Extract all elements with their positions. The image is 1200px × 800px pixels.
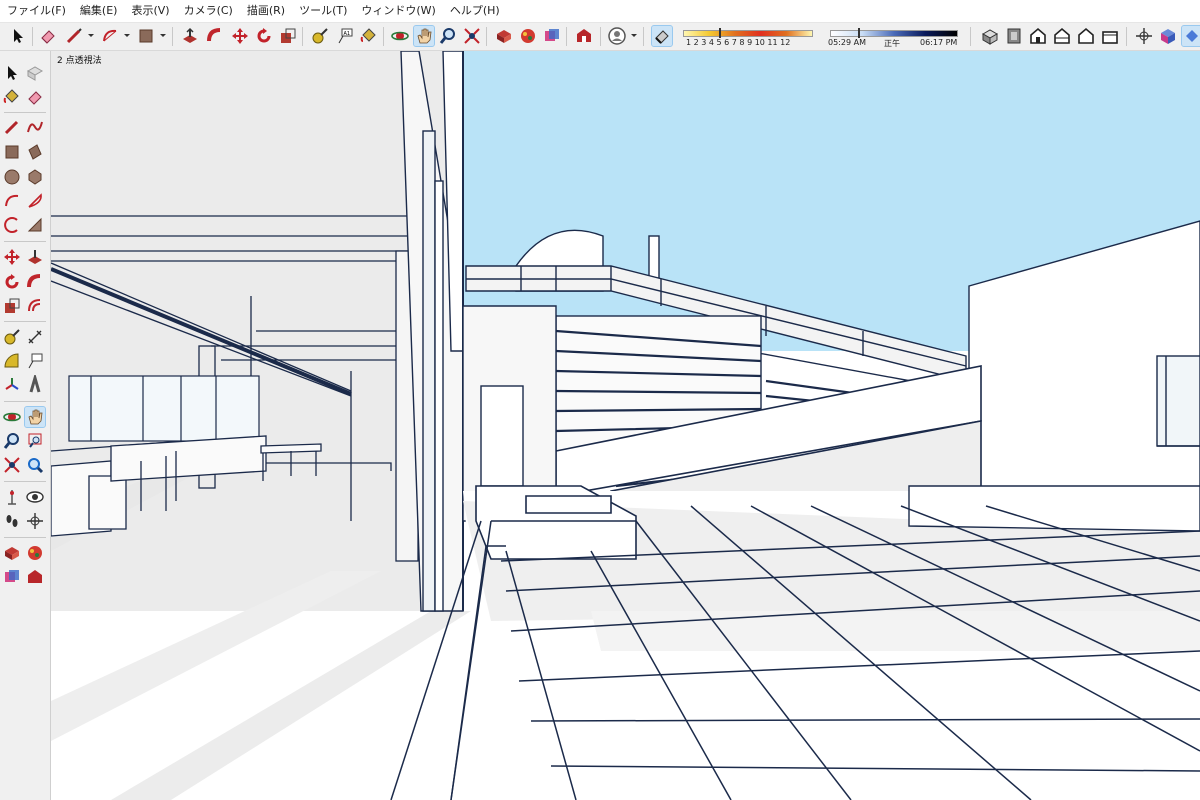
line-icon[interactable] bbox=[64, 26, 84, 46]
user-icon[interactable] bbox=[607, 26, 627, 46]
push-pull-icon[interactable] bbox=[25, 247, 45, 267]
extension-warehouse-icon[interactable] bbox=[25, 567, 45, 587]
two-point-arc-icon[interactable] bbox=[25, 215, 45, 235]
main-toolbar: A1 1 2 3 4 5 6 7 8 9 10 11 12 05:29 AM 正… bbox=[0, 23, 1200, 51]
rectangle-icon[interactable] bbox=[2, 142, 22, 162]
time-end: 06:17 PM bbox=[920, 38, 958, 47]
pie-icon[interactable] bbox=[25, 191, 45, 211]
zoom-extents-icon[interactable] bbox=[462, 26, 482, 46]
zoom-window-icon[interactable] bbox=[25, 431, 45, 451]
xray-icon[interactable] bbox=[1158, 26, 1178, 46]
menu-camera[interactable]: カメラ(C) bbox=[177, 0, 240, 22]
back-view-icon[interactable] bbox=[1076, 26, 1096, 46]
polygon-icon[interactable] bbox=[25, 167, 45, 187]
styles-icon[interactable] bbox=[542, 26, 562, 46]
menu-file[interactable]: ファイル(F) bbox=[0, 0, 73, 22]
svg-text:A1: A1 bbox=[344, 31, 351, 37]
paint-bucket-icon[interactable] bbox=[2, 87, 22, 107]
left-view-icon[interactable] bbox=[1100, 26, 1120, 46]
orbit-icon[interactable] bbox=[390, 26, 410, 46]
orbit-icon[interactable] bbox=[2, 407, 22, 427]
paint-bucket-icon[interactable] bbox=[359, 26, 379, 46]
select-icon[interactable] bbox=[8, 26, 28, 46]
section-icon[interactable] bbox=[1181, 25, 1200, 47]
right-view-icon[interactable] bbox=[1052, 26, 1072, 46]
left-toolbar bbox=[0, 51, 51, 800]
position-camera-icon[interactable] bbox=[2, 487, 22, 507]
walk-icon[interactable] bbox=[2, 511, 22, 531]
zoom-icon[interactable] bbox=[438, 26, 458, 46]
zoom-icon[interactable] bbox=[2, 431, 22, 451]
follow-me-icon[interactable] bbox=[25, 272, 45, 292]
eraser-icon[interactable] bbox=[25, 87, 45, 107]
top-view-icon[interactable] bbox=[1004, 26, 1024, 46]
time-noon: 正午 bbox=[884, 39, 900, 48]
dimension-icon[interactable] bbox=[25, 327, 45, 347]
move-icon[interactable] bbox=[2, 247, 22, 267]
pan-icon[interactable] bbox=[24, 406, 46, 428]
component-icon[interactable] bbox=[25, 63, 45, 83]
move-icon[interactable] bbox=[230, 26, 250, 46]
follow-me-icon[interactable] bbox=[205, 26, 225, 46]
menu-help[interactable]: ヘルプ(H) bbox=[443, 0, 507, 22]
three-point-arc-icon[interactable] bbox=[2, 215, 22, 235]
circle-icon[interactable] bbox=[2, 167, 22, 187]
zoom-extents-icon[interactable] bbox=[2, 455, 22, 475]
menu-edit[interactable]: 編集(E) bbox=[73, 0, 125, 22]
front-view-icon[interactable] bbox=[1028, 26, 1048, 46]
select-icon[interactable] bbox=[2, 63, 22, 83]
arc-icon[interactable] bbox=[100, 26, 120, 46]
scale-icon[interactable] bbox=[278, 26, 298, 46]
menu-draw[interactable]: 描画(R) bbox=[240, 0, 292, 22]
menu-view[interactable]: 表示(V) bbox=[124, 0, 176, 22]
scene-tab-label: 2 点透視法 bbox=[57, 56, 102, 66]
warehouse-icon[interactable] bbox=[574, 26, 594, 46]
scale-icon[interactable] bbox=[2, 296, 22, 316]
freehand-icon[interactable] bbox=[25, 117, 45, 137]
axes-icon[interactable] bbox=[2, 375, 22, 395]
pan-icon[interactable] bbox=[413, 25, 435, 47]
section-plane-icon[interactable] bbox=[25, 511, 45, 531]
walk-icon[interactable] bbox=[1134, 26, 1154, 46]
rotated-rectangle-icon[interactable] bbox=[25, 142, 45, 162]
components-icon[interactable] bbox=[2, 543, 22, 563]
rotate-icon[interactable] bbox=[2, 272, 22, 292]
month-ticks: 1 2 3 4 5 6 7 8 9 10 11 12 bbox=[686, 38, 791, 47]
menu-tools[interactable]: ツール(T) bbox=[292, 0, 354, 22]
push-pull-icon[interactable] bbox=[180, 26, 200, 46]
menu-window[interactable]: ウィンドウ(W) bbox=[354, 0, 442, 22]
components-icon[interactable] bbox=[494, 26, 514, 46]
send-to-layout-icon[interactable] bbox=[2, 567, 22, 587]
3d-text-icon[interactable] bbox=[25, 375, 45, 395]
look-around-icon[interactable] bbox=[25, 487, 45, 507]
text-icon[interactable]: A1 bbox=[335, 26, 355, 46]
previous-view-icon[interactable] bbox=[25, 455, 45, 475]
shadow-toggle-icon[interactable] bbox=[651, 25, 673, 47]
arc-icon[interactable] bbox=[2, 191, 22, 211]
rotate-icon[interactable] bbox=[254, 26, 274, 46]
eraser-icon[interactable] bbox=[38, 26, 58, 46]
model-scene[interactable] bbox=[51, 51, 1200, 800]
warehouse-icon[interactable] bbox=[25, 543, 45, 563]
model-viewport[interactable]: 2 点透視法 bbox=[51, 51, 1200, 800]
rectangle-icon[interactable] bbox=[136, 26, 156, 46]
line-icon[interactable] bbox=[2, 117, 22, 137]
offset-icon[interactable] bbox=[25, 296, 45, 316]
menu-bar: ファイル(F) 編集(E) 表示(V) カメラ(C) 描画(R) ツール(T) … bbox=[0, 0, 1200, 23]
tape-measure-icon[interactable] bbox=[2, 327, 22, 347]
protractor-icon[interactable] bbox=[2, 351, 22, 371]
text-icon[interactable] bbox=[25, 351, 45, 371]
tape-measure-icon[interactable] bbox=[310, 26, 330, 46]
iso-view-icon[interactable] bbox=[980, 26, 1000, 46]
time-start: 05:29 AM bbox=[828, 38, 866, 47]
materials-icon[interactable] bbox=[518, 26, 538, 46]
